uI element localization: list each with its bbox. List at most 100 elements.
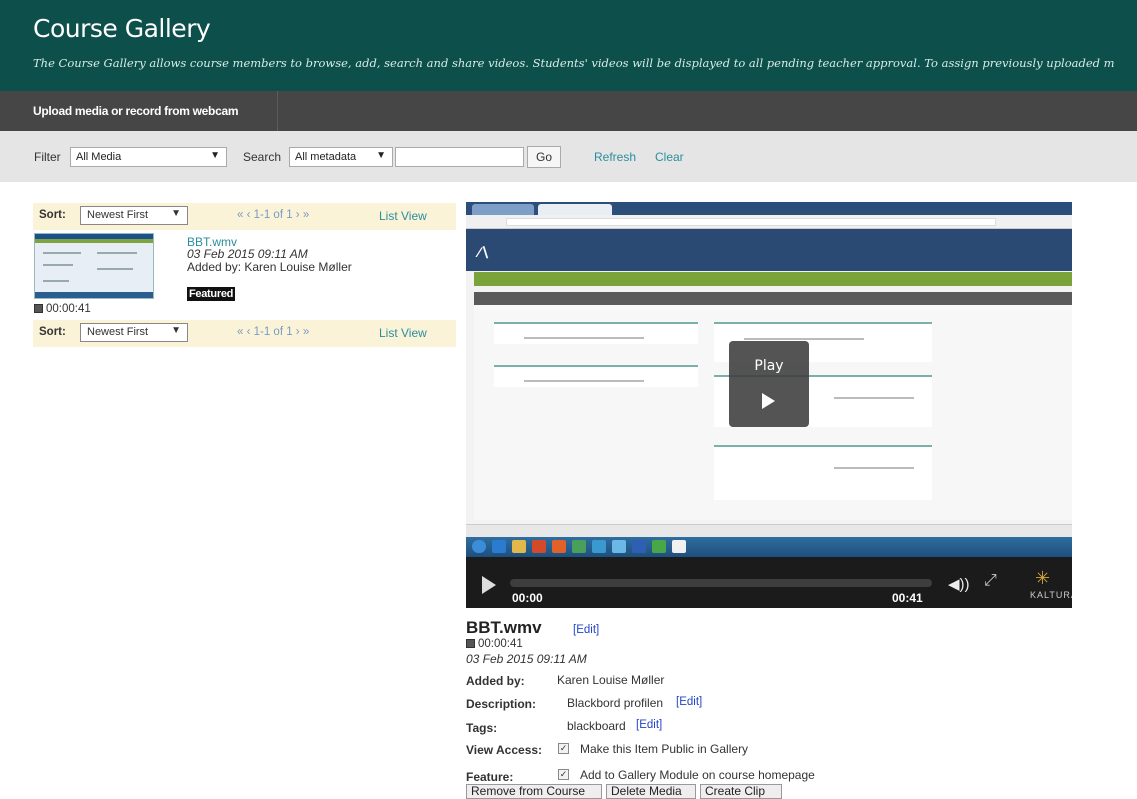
frame-line [834, 467, 914, 469]
frame-tab [538, 204, 612, 215]
frame-taskbar-item [552, 540, 566, 553]
current-time: 00:00 [512, 591, 543, 605]
edit-description-link[interactable]: [Edit] [676, 696, 702, 708]
description-value: Blackbord profilen [567, 696, 664, 710]
sort-label: Sort: [39, 326, 66, 338]
chevron-down-icon: ▼ [376, 150, 386, 161]
media-item-duration: 00:00:41 [34, 303, 91, 315]
filter-select[interactable]: All Media ▼ [70, 147, 227, 167]
frame-line [834, 397, 914, 399]
sort-select[interactable]: Newest First ▼ [80, 206, 188, 225]
detail-duration: 00:00:41 [466, 638, 523, 650]
kaltura-logo-icon: ✳ [1035, 568, 1051, 588]
thumbnail-art [43, 252, 81, 254]
tags-label: Tags: [466, 721, 498, 735]
frame-taskbar [466, 537, 1072, 557]
chevron-down-icon: ▼ [210, 150, 220, 161]
list-view-link[interactable]: List View [379, 209, 427, 223]
frame-url [506, 218, 996, 226]
edit-title-link[interactable]: [Edit] [573, 624, 599, 636]
upload-bar: Upload media or record from webcam [0, 91, 1137, 131]
frame-tabs [466, 202, 1072, 215]
play-button[interactable] [482, 576, 496, 594]
chevron-down-icon: ▼ [171, 208, 181, 219]
media-item-added-by: Added by: Karen Louise Møller [187, 260, 352, 274]
view-access-checkbox[interactable]: ✓ [558, 743, 569, 754]
media-item-duration-value: 00:00:41 [46, 303, 91, 315]
frame-taskbar-item [572, 540, 586, 553]
added-by-value: Karen Louise Møller [557, 673, 665, 687]
film-icon [466, 639, 475, 648]
player-brand: KALTURA [1030, 590, 1072, 600]
progress-track[interactable] [510, 579, 932, 587]
media-thumbnail[interactable] [34, 233, 154, 299]
feature-value: Add to Gallery Module on course homepage [580, 768, 815, 782]
thumbnail-art [43, 264, 73, 266]
thumbnail-art [97, 252, 137, 254]
upload-media-button[interactable]: Upload media or record from webcam [0, 91, 278, 131]
clear-link[interactable]: Clear [655, 150, 684, 164]
frame-taskbar-item [612, 540, 626, 553]
feature-label: Feature: [466, 770, 514, 784]
fullscreen-icon[interactable]: ⤢ [984, 572, 997, 590]
play-overlay-button[interactable]: Play [729, 341, 809, 427]
pager[interactable]: « ‹ 1-1 of 1 › » [237, 209, 309, 221]
filter-select-value: All Media [76, 151, 122, 163]
view-access-value: Make this Item Public in Gallery [580, 742, 749, 756]
frame-site-header: ∕∖ [466, 229, 1072, 271]
sort-bar-bottom: Sort: Newest First ▼ « ‹ 1-1 of 1 › » Li… [33, 320, 456, 347]
frame-taskbar-item [492, 540, 506, 553]
frame-line [744, 338, 864, 340]
thumbnail-art [97, 268, 133, 270]
player-controls: 00:00 00:41 ◀)) ⤢ ✳ KALTURA [466, 557, 1072, 608]
search-scope-value: All metadata [295, 151, 357, 163]
play-icon [762, 393, 775, 409]
frame-panel [494, 365, 698, 387]
sort-select-value: Newest First [87, 209, 149, 221]
frame-tab [472, 204, 534, 215]
frame-download-bar [466, 524, 1072, 537]
thumbnail-art [35, 239, 153, 243]
go-button[interactable]: Go [527, 146, 561, 168]
detail-title: BBT.wmv [466, 618, 542, 637]
detail-duration-value: 00:00:41 [478, 638, 523, 650]
page-subtitle: The Course Gallery allows course members… [33, 56, 1115, 70]
filter-label: Filter [34, 150, 61, 164]
detail-date: 03 Feb 2015 09:11 AM [466, 652, 587, 666]
sort-select[interactable]: Newest First ▼ [80, 323, 188, 342]
page-header: Course Gallery The Course Gallery allows… [0, 0, 1137, 91]
frame-taskbar-item [632, 540, 646, 553]
search-label: Search [243, 150, 282, 164]
description-label: Description: [466, 697, 537, 711]
list-view-link[interactable]: List View [379, 326, 427, 340]
added-by-label: Added by: [466, 674, 525, 688]
total-time: 00:41 [892, 591, 923, 605]
create-clip-button[interactable]: Create Clip [700, 784, 782, 799]
thumbnail-art [35, 292, 153, 298]
sort-bar-top: Sort: Newest First ▼ « ‹ 1-1 of 1 › » Li… [33, 203, 456, 230]
refresh-link[interactable]: Refresh [594, 150, 636, 164]
search-scope-select[interactable]: All metadata ▼ [289, 147, 393, 167]
page-title: Course Gallery [33, 14, 211, 43]
volume-icon[interactable]: ◀)) [948, 575, 970, 593]
frame-panel [714, 445, 932, 500]
frame-taskbar-item [532, 540, 546, 553]
frame-taskbar-item [472, 540, 486, 553]
frame-green-bar [474, 272, 1072, 286]
remove-from-course-button[interactable]: Remove from Course [466, 784, 602, 799]
frame-line [524, 380, 644, 382]
chevron-down-icon: ▼ [171, 325, 181, 336]
search-input[interactable] [395, 147, 524, 167]
feature-checkbox[interactable]: ✓ [558, 769, 569, 780]
filter-bar: Filter All Media ▼ Search All metadata ▼… [0, 131, 1137, 182]
film-icon [34, 304, 43, 313]
frame-taskbar-item [672, 540, 686, 553]
frame-taskbar-item [592, 540, 606, 553]
delete-media-button[interactable]: Delete Media [606, 784, 696, 799]
view-access-label: View Access: [466, 743, 543, 757]
pager[interactable]: « ‹ 1-1 of 1 › » [237, 326, 309, 338]
edit-tags-link[interactable]: [Edit] [636, 719, 662, 731]
thumbnail-art [43, 280, 69, 282]
featured-badge: Featured [187, 287, 236, 301]
video-player[interactable]: ∕∖ Play 00:00 00:41 ◀)) ⤢ ✳ KALTUR [466, 202, 1072, 608]
